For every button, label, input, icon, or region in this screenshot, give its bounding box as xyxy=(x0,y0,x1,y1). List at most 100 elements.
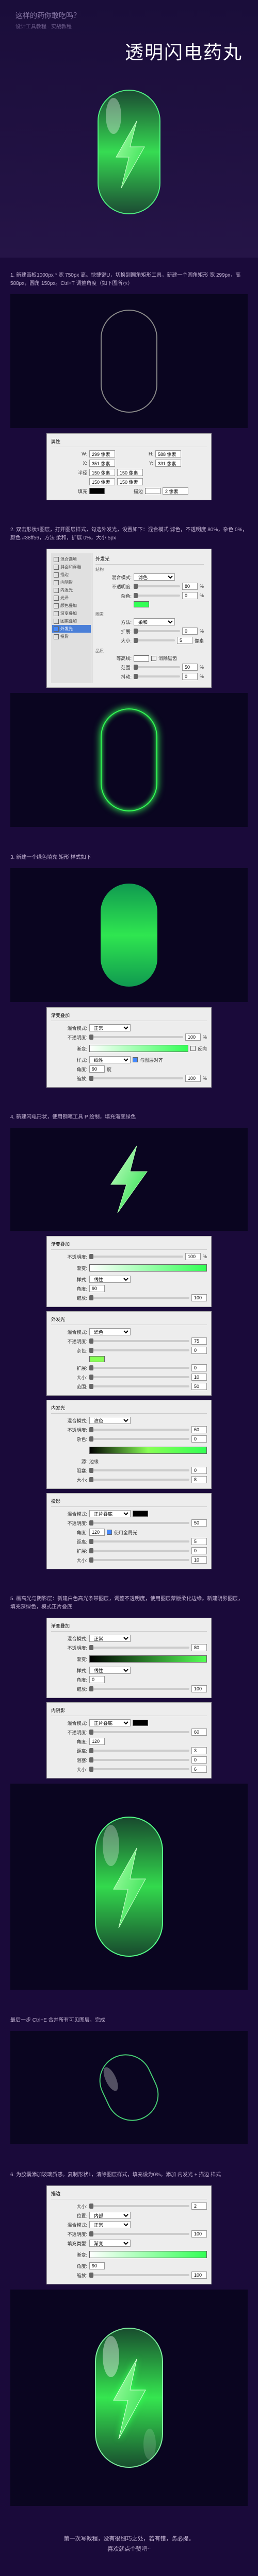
size-slider[interactable] xyxy=(89,1559,189,1561)
r1-input[interactable] xyxy=(89,469,115,476)
contour-picker[interactable] xyxy=(134,655,149,662)
opacity-slider[interactable] xyxy=(89,1522,189,1524)
opacity-input[interactable] xyxy=(185,1253,201,1260)
opacity-slider[interactable] xyxy=(89,1256,183,1258)
size-slider[interactable] xyxy=(89,1479,189,1481)
side-outer-glow[interactable]: 外发光 xyxy=(52,625,91,633)
size-input[interactable] xyxy=(191,1766,207,1773)
gradient-picker[interactable] xyxy=(89,1045,188,1052)
opacity-slider[interactable] xyxy=(89,1647,189,1649)
opacity-slider[interactable] xyxy=(89,1731,189,1733)
scale-slider[interactable] xyxy=(89,1077,183,1079)
choke-slider[interactable] xyxy=(89,1759,189,1761)
spread-slider[interactable] xyxy=(134,630,180,632)
size-input[interactable] xyxy=(177,637,192,644)
opacity-input[interactable] xyxy=(185,1033,201,1041)
shadow-color[interactable] xyxy=(133,1511,148,1517)
distance-slider[interactable] xyxy=(89,1540,189,1543)
spread-slider[interactable] xyxy=(89,1550,189,1552)
size-input[interactable] xyxy=(191,1374,207,1381)
scale-input[interactable] xyxy=(191,2272,207,2279)
gradient-picker[interactable] xyxy=(89,1655,207,1663)
gradient-picker[interactable] xyxy=(89,2251,207,2258)
noise-input[interactable] xyxy=(182,592,198,599)
range-input[interactable] xyxy=(182,664,198,671)
scale-input[interactable] xyxy=(191,1294,207,1301)
distance-input[interactable] xyxy=(191,1747,207,1754)
distance-slider[interactable] xyxy=(89,1750,189,1752)
angle-input[interactable] xyxy=(89,1738,105,1745)
opacity-slider[interactable] xyxy=(89,1340,189,1342)
anti-check[interactable] xyxy=(151,656,156,661)
style-select[interactable]: 线性 xyxy=(89,1056,131,1063)
opacity-input[interactable] xyxy=(182,583,198,590)
opacity-input[interactable] xyxy=(191,2230,207,2238)
fill-swatch[interactable] xyxy=(89,488,105,494)
opacity-input[interactable] xyxy=(191,1337,207,1345)
width-input[interactable] xyxy=(89,450,115,457)
side-satin[interactable]: 光泽 xyxy=(52,594,91,602)
opacity-slider[interactable] xyxy=(134,585,180,587)
angle-input[interactable] xyxy=(89,1065,105,1073)
opacity-slider[interactable] xyxy=(89,1429,189,1431)
spread-slider[interactable] xyxy=(89,1367,189,1369)
side-inner-glow[interactable]: 内发光 xyxy=(52,586,91,594)
x-input[interactable] xyxy=(89,460,115,467)
range-input[interactable] xyxy=(191,1383,207,1390)
scale-slider[interactable] xyxy=(89,1688,189,1690)
spread-input[interactable] xyxy=(191,1547,207,1554)
scale-slider[interactable] xyxy=(89,1297,189,1299)
choke-input[interactable] xyxy=(191,1756,207,1764)
scale-input[interactable] xyxy=(191,1685,207,1692)
spread-input[interactable] xyxy=(191,1364,207,1371)
y-input[interactable] xyxy=(155,460,181,467)
size-slider[interactable] xyxy=(89,1768,189,1770)
blend-select[interactable]: 滤色 xyxy=(89,1328,131,1335)
opacity-slider[interactable] xyxy=(89,1036,183,1038)
side-inner-shadow[interactable]: 内阴影 xyxy=(52,579,91,586)
shadow-color[interactable] xyxy=(133,1720,148,1726)
scale-slider[interactable] xyxy=(89,2274,189,2276)
glow-color-swatch[interactable] xyxy=(134,601,149,607)
blend-select[interactable]: 正片叠底 xyxy=(89,1719,131,1726)
range-slider[interactable] xyxy=(134,666,180,668)
gradient-picker[interactable] xyxy=(89,1264,207,1272)
side-bevel[interactable]: 斜面和浮雕 xyxy=(52,563,91,571)
size-input[interactable] xyxy=(191,1556,207,1564)
blend-select[interactable]: 正常 xyxy=(89,2221,131,2228)
global-check[interactable] xyxy=(107,1530,112,1535)
blend-select[interactable]: 正常 xyxy=(89,1635,131,1642)
distance-input[interactable] xyxy=(191,1538,207,1545)
opacity-input[interactable] xyxy=(191,1644,207,1651)
glow-gradient[interactable] xyxy=(89,1447,207,1454)
blend-select[interactable]: 滤色 xyxy=(89,1417,131,1424)
size-slider[interactable] xyxy=(89,2205,189,2207)
angle-input[interactable] xyxy=(89,1529,105,1536)
noise-slider[interactable] xyxy=(134,595,180,597)
height-input[interactable] xyxy=(155,450,181,457)
blend-select[interactable]: 正常 xyxy=(89,1024,131,1031)
choke-slider[interactable] xyxy=(89,1469,189,1471)
r4-input[interactable] xyxy=(117,478,143,485)
opacity-input[interactable] xyxy=(191,1426,207,1433)
pos-select[interactable]: 内部 xyxy=(89,2212,131,2219)
align-check[interactable] xyxy=(133,1057,138,1062)
noise-slider[interactable] xyxy=(89,1349,189,1351)
noise-input[interactable] xyxy=(191,1435,207,1443)
reverse-check[interactable] xyxy=(190,1046,196,1051)
range-slider[interactable] xyxy=(89,1385,189,1387)
side-blend[interactable]: 混合选项 xyxy=(52,555,91,563)
choke-input[interactable] xyxy=(191,1467,207,1474)
noise-slider[interactable] xyxy=(89,1438,189,1440)
blend-select[interactable]: 滤色 xyxy=(134,573,175,581)
stroke-swatch[interactable] xyxy=(145,488,160,494)
angle-input[interactable] xyxy=(89,1676,105,1683)
angle-input[interactable] xyxy=(89,2262,105,2269)
method-select[interactable]: 柔和 xyxy=(134,618,175,625)
size-slider[interactable] xyxy=(134,639,175,641)
opacity-slider[interactable] xyxy=(89,2233,189,2235)
spread-input[interactable] xyxy=(182,628,198,635)
r3-input[interactable] xyxy=(89,478,115,485)
jitter-slider[interactable] xyxy=(134,675,180,677)
side-gradient-overlay[interactable]: 渐变叠加 xyxy=(52,609,91,617)
